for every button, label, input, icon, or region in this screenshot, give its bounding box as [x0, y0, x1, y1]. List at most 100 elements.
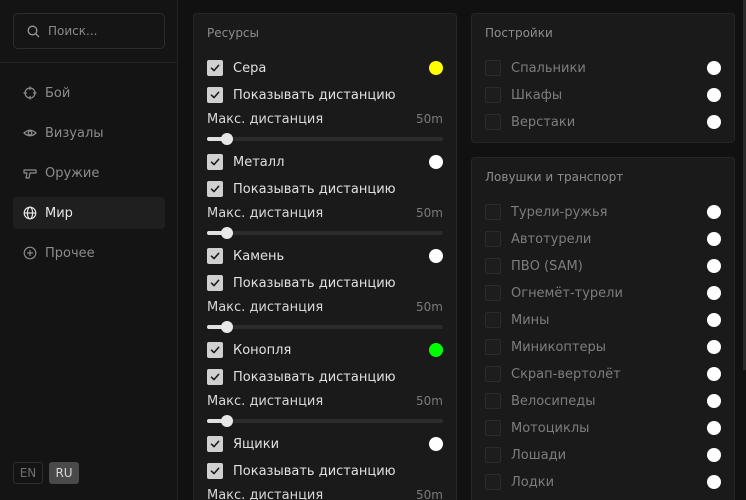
max-distance-slider[interactable] [207, 321, 443, 333]
option-label: Огнемёт-турели [511, 285, 623, 301]
show-distance-row[interactable]: Показывать дистанцию [207, 180, 443, 198]
checkbox-unchecked[interactable] [485, 258, 501, 274]
building-toggle-row[interactable]: Шкафы [485, 86, 721, 104]
max-distance-label: Макс. дистанция [207, 488, 324, 500]
color-picker-swatch[interactable] [429, 249, 443, 263]
sidebar-item-label: Мир [45, 205, 73, 221]
slider-handle[interactable] [221, 227, 233, 239]
max-distance-slider[interactable] [207, 227, 443, 239]
color-picker-swatch[interactable] [707, 394, 721, 408]
color-picker-swatch[interactable] [707, 286, 721, 300]
trap-toggle-row[interactable]: Миникоптеры [485, 338, 721, 356]
building-toggle-row[interactable]: Спальники [485, 59, 721, 77]
trap-toggle-row[interactable]: Велосипеды [485, 392, 721, 410]
trap-toggle-row[interactable]: Лошади [485, 446, 721, 464]
search-icon [27, 25, 40, 37]
building-toggle-row[interactable]: Верстаки [485, 113, 721, 131]
slider-handle[interactable] [221, 415, 233, 427]
checkbox-unchecked[interactable] [485, 231, 501, 247]
checkbox-unchecked[interactable] [485, 447, 501, 463]
checkbox-unchecked[interactable] [485, 60, 501, 76]
lang-ru-button[interactable]: RU [49, 462, 79, 484]
show-distance-row[interactable]: Показывать дистанцию [207, 462, 443, 480]
color-picker-swatch[interactable] [429, 155, 443, 169]
checkbox-unchecked[interactable] [485, 474, 501, 490]
color-picker-swatch[interactable] [707, 421, 721, 435]
panel-title: Ресурсы [207, 26, 260, 40]
checkbox-checked[interactable] [207, 342, 223, 358]
color-picker-swatch[interactable] [707, 367, 721, 381]
lang-en-button[interactable]: EN [13, 462, 43, 484]
option-label: Спальники [511, 60, 586, 76]
trap-toggle-row[interactable]: Скрап-вертолёт [485, 365, 721, 383]
resource-toggle-row[interactable]: Ящики [207, 435, 443, 453]
checkbox-unchecked[interactable] [485, 285, 501, 301]
trap-toggle-row[interactable]: Мины [485, 311, 721, 329]
sidebar-item-weapons[interactable]: Оружие [13, 157, 165, 189]
trap-toggle-row[interactable]: Автотурели [485, 230, 721, 248]
checkbox-checked[interactable] [207, 248, 223, 264]
color-picker-swatch[interactable] [707, 448, 721, 462]
color-picker-swatch[interactable] [429, 61, 443, 75]
option-label: Шкафы [511, 87, 563, 103]
checkbox-checked[interactable] [207, 87, 223, 103]
checkbox-unchecked[interactable] [485, 393, 501, 409]
sidebar-item-combat[interactable]: Бой [13, 77, 165, 109]
show-distance-row[interactable]: Показывать дистанцию [207, 274, 443, 292]
color-picker-swatch[interactable] [429, 437, 443, 451]
checkbox-checked[interactable] [207, 181, 223, 197]
checkbox-unchecked[interactable] [485, 114, 501, 130]
trap-toggle-row[interactable]: Лодки [485, 473, 721, 491]
max-distance-label: Макс. дистанция [207, 206, 324, 221]
checkbox-unchecked[interactable] [485, 204, 501, 220]
color-picker-swatch[interactable] [707, 340, 721, 354]
resource-toggle-row[interactable]: Конопля [207, 341, 443, 359]
resources-panel: Ресурсы Сера Показывать дистанцию Макс. ди… [193, 13, 457, 500]
search-box[interactable] [13, 13, 165, 49]
option-label: Ящики [233, 436, 280, 452]
resource-toggle-row[interactable]: Камень [207, 247, 443, 265]
trap-toggle-row[interactable]: Огнемёт-турели [485, 284, 721, 302]
color-picker-swatch[interactable] [707, 232, 721, 246]
checkbox-unchecked[interactable] [485, 87, 501, 103]
checkbox-checked[interactable] [207, 436, 223, 452]
trap-toggle-row[interactable]: ПВО (SAM) [485, 257, 721, 275]
color-picker-swatch[interactable] [707, 205, 721, 219]
max-distance-slider[interactable] [207, 133, 443, 145]
resource-toggle-row[interactable]: Сера [207, 59, 443, 77]
color-picker-swatch[interactable] [707, 88, 721, 102]
search-input[interactable] [48, 24, 158, 38]
sidebar-item-world[interactable]: Мир [13, 197, 165, 229]
color-picker-swatch[interactable] [707, 313, 721, 327]
sidebar-nav: Бой Визуалы Оружие Мир Прочее [13, 77, 165, 277]
sidebar-item-visuals[interactable]: Визуалы [13, 117, 165, 149]
sidebar-item-misc[interactable]: Прочее [13, 237, 165, 269]
slider-handle[interactable] [221, 133, 233, 145]
color-picker-swatch[interactable] [707, 115, 721, 129]
checkbox-unchecked[interactable] [485, 420, 501, 436]
option-label: Показывать дистанцию [233, 181, 396, 197]
option-label: Миникоптеры [511, 339, 607, 355]
traps-transport-panel: Ловушки и транспорт Турели-ружья Автотуре… [471, 157, 735, 500]
checkbox-unchecked[interactable] [485, 339, 501, 355]
checkbox-checked[interactable] [207, 369, 223, 385]
color-picker-swatch[interactable] [429, 343, 443, 357]
checkbox-checked[interactable] [207, 60, 223, 76]
option-label: Верстаки [511, 114, 576, 130]
checkbox-checked[interactable] [207, 275, 223, 291]
checkbox-unchecked[interactable] [485, 366, 501, 382]
trap-toggle-row[interactable]: Турели-ружья [485, 203, 721, 221]
checkbox-checked[interactable] [207, 154, 223, 170]
resource-toggle-row[interactable]: Металл [207, 153, 443, 171]
slider-handle[interactable] [221, 321, 233, 333]
max-distance-slider[interactable] [207, 415, 443, 427]
color-picker-swatch[interactable] [707, 61, 721, 75]
show-distance-row[interactable]: Показывать дистанцию [207, 86, 443, 104]
show-distance-row[interactable]: Показывать дистанцию [207, 368, 443, 386]
trap-toggle-row[interactable]: Мотоциклы [485, 419, 721, 437]
max-distance-label-row: Макс. дистанция 50m [207, 488, 443, 500]
checkbox-unchecked[interactable] [485, 312, 501, 328]
color-picker-swatch[interactable] [707, 475, 721, 489]
checkbox-checked[interactable] [207, 463, 223, 479]
color-picker-swatch[interactable] [707, 259, 721, 273]
